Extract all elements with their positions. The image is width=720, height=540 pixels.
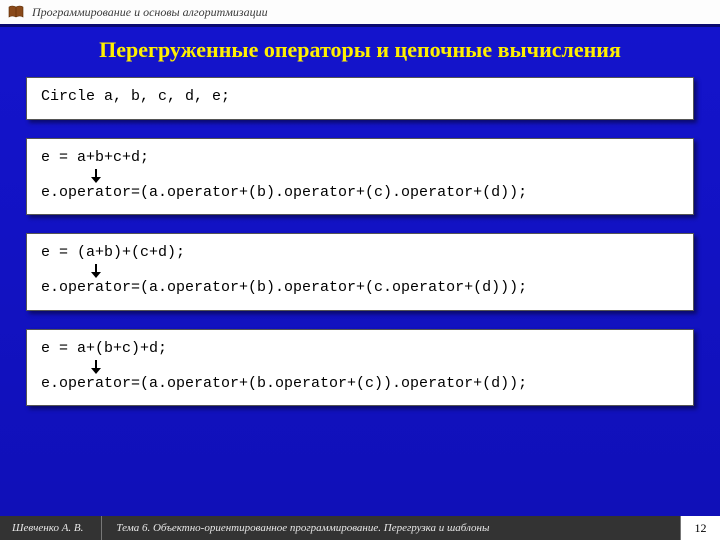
footer-topic: Тема 6. Объектно-ориентированное програм… [102,522,680,534]
code-line: e = (a+b)+(c+d); [41,244,679,263]
footer-bar: Шевченко А. В. Тема 6. Объектно-ориентир… [0,516,720,540]
code-line: e.operator=(a.operator+(b).operator+(c.o… [41,279,679,298]
slide-heading: Перегруженные операторы и цепочные вычис… [26,37,694,63]
slide-body: Перегруженные операторы и цепочные вычис… [0,27,720,516]
code-line: e.operator=(a.operator+(b.operator+(c)).… [41,375,679,394]
arrow-down-icon [41,168,679,184]
code-line: Circle a, b, c, d, e; [41,88,679,107]
code-line: e.operator=(a.operator+(b).operator+(c).… [41,184,679,203]
top-bar: Программирование и основы алгоритмизации [0,0,720,24]
code-block-4: e = a+(b+c)+d; e.operator=(a.operator+(b… [26,329,694,407]
course-title: Программирование и основы алгоритмизации [32,5,268,20]
arrow-down-icon [41,359,679,375]
book-icon [8,4,24,20]
code-block-1: Circle a, b, c, d, e; [26,77,694,120]
code-line: e = a+b+c+d; [41,149,679,168]
code-line: e = a+(b+c)+d; [41,340,679,359]
code-block-2: e = a+b+c+d; e.operator=(a.operator+(b).… [26,138,694,216]
arrow-down-icon [41,263,679,279]
footer-page-number: 12 [680,516,720,540]
footer-author: Шевченко А. В. [0,522,101,534]
code-block-3: e = (a+b)+(c+d); e.operator=(a.operator+… [26,233,694,311]
